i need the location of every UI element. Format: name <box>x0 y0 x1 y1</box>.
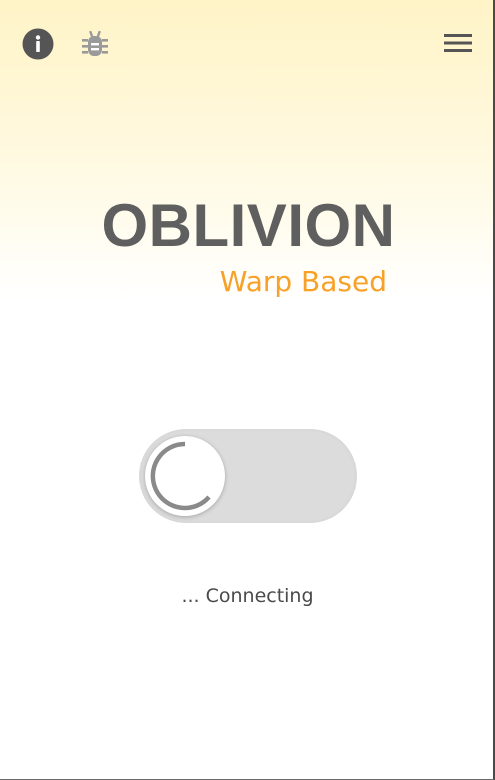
menu-button[interactable] <box>440 28 476 58</box>
app-window: OBLIVION Warp Based ... Connecting <box>0 0 495 780</box>
bug-report-button[interactable] <box>79 28 111 60</box>
bug-icon <box>82 30 108 56</box>
app-title: OBLIVION <box>101 192 396 259</box>
connect-toggle[interactable] <box>139 429 357 523</box>
menu-icon <box>444 34 472 52</box>
app-subtitle: Warp Based <box>219 265 387 298</box>
loading-spinner-icon <box>150 441 211 511</box>
info-icon <box>22 28 54 60</box>
toggle-knob[interactable] <box>145 436 225 516</box>
connection-status: ... Connecting <box>181 585 314 607</box>
info-button[interactable] <box>22 28 54 60</box>
